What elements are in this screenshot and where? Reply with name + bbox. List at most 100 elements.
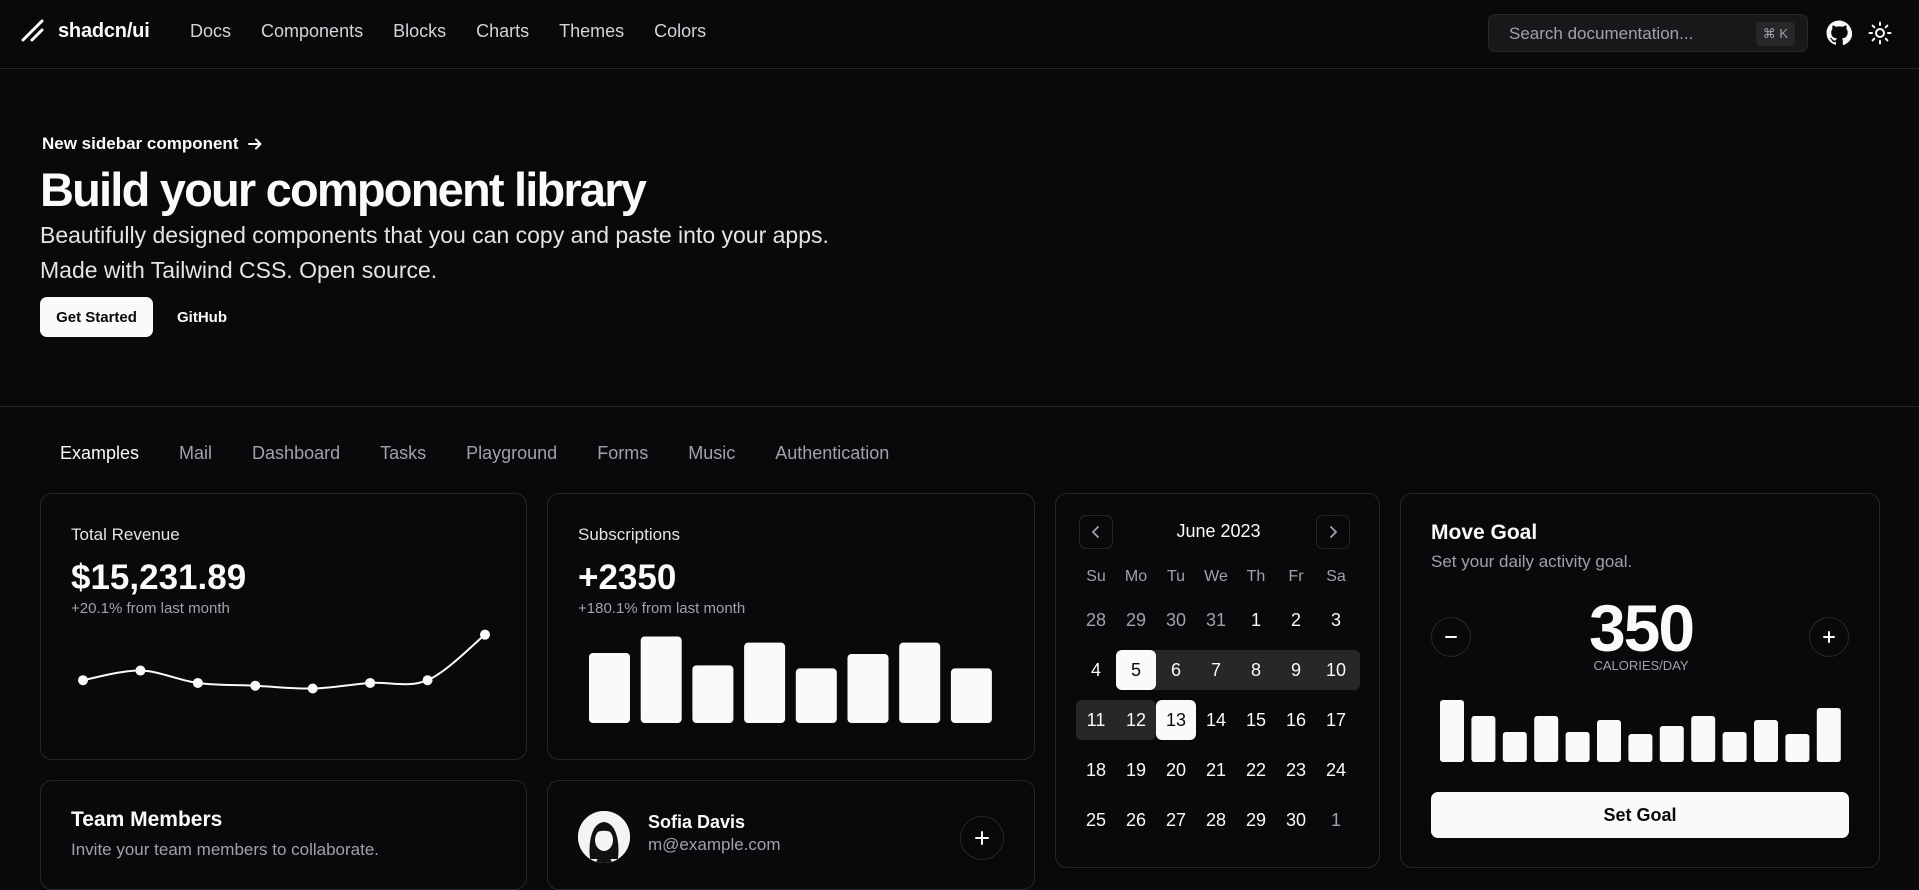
- calendar-day[interactable]: 18: [1076, 750, 1116, 790]
- tab-tasks[interactable]: Tasks: [360, 443, 446, 464]
- calendar-day[interactable]: 2: [1276, 600, 1316, 640]
- goal-description: Set your daily activity goal.: [1431, 552, 1633, 571]
- activity-bar-13: [1816, 708, 1841, 762]
- top-navbar: shadcn/ui Docs Components Blocks Charts …: [0, 0, 1919, 69]
- search-input[interactable]: Search documentation... ⌘ K: [1488, 14, 1808, 52]
- calendar-day[interactable]: 1: [1236, 600, 1276, 640]
- theme-toggle-icon[interactable]: [1868, 21, 1892, 45]
- activity-bar-11: [1754, 720, 1778, 762]
- nav-charts[interactable]: Charts: [476, 21, 529, 42]
- hero-subtitle-line-2: Made with Tailwind CSS. Open source.: [40, 257, 438, 283]
- logo-link[interactable]: shadcn/ui: [20, 18, 150, 44]
- calendar-day[interactable]: 28: [1196, 800, 1236, 840]
- calendar-day[interactable]: 15: [1236, 700, 1276, 740]
- tab-mail[interactable]: Mail: [159, 443, 232, 464]
- search-placeholder: Search documentation...: [1509, 24, 1694, 43]
- tab-playground[interactable]: Playground: [446, 443, 577, 464]
- add-member-button[interactable]: [960, 816, 1004, 860]
- calendar-day[interactable]: 21: [1196, 750, 1236, 790]
- calendar-day[interactable]: 4: [1076, 650, 1116, 690]
- next-month-button[interactable]: [1316, 515, 1350, 549]
- calendar-day[interactable]: 25: [1076, 800, 1116, 840]
- tab-dashboard[interactable]: Dashboard: [232, 443, 360, 464]
- weekday-header: Su: [1086, 568, 1106, 585]
- calendar-day[interactable]: 13: [1156, 700, 1196, 740]
- calendar-day[interactable]: 10: [1316, 650, 1356, 690]
- calendar-day[interactable]: 28: [1076, 600, 1116, 640]
- calendar-day[interactable]: 22: [1236, 750, 1276, 790]
- plus-icon: [1823, 631, 1835, 643]
- activity-bar-6: [1597, 720, 1621, 762]
- plus-icon: [975, 831, 989, 845]
- weekday-header: Fr: [1288, 568, 1304, 585]
- section-divider: [0, 406, 1919, 407]
- subscriptions-bar-7: [899, 642, 941, 723]
- tab-examples[interactable]: Examples: [40, 443, 159, 464]
- revenue-point-6: [365, 677, 376, 688]
- chevron-right-icon: [1330, 526, 1338, 538]
- revenue-line-chart: [78, 629, 490, 694]
- calendar-day[interactable]: 24: [1316, 750, 1356, 790]
- calendar-day[interactable]: 6: [1156, 650, 1196, 690]
- calendar-day[interactable]: 7: [1196, 650, 1236, 690]
- calendar-day[interactable]: 26: [1116, 800, 1156, 840]
- activity-bar-2: [1471, 716, 1496, 762]
- revenue-point-8: [480, 629, 490, 640]
- calendar-day[interactable]: 16: [1276, 700, 1316, 740]
- calendar-card: June 2023 Su Mo Tu We Th Fr Sa 28 29 30 31 1 2 3 4 5 6 7 8…: [1055, 493, 1380, 868]
- avatar: [578, 811, 630, 863]
- main-nav: Docs Components Blocks Charts Themes Col…: [190, 21, 736, 42]
- team-description: Invite your team members to collaborate.: [71, 840, 380, 859]
- calendar-day[interactable]: 11: [1076, 700, 1116, 740]
- calendar-day[interactable]: 23: [1276, 750, 1316, 790]
- arrow-right-icon: [248, 138, 262, 150]
- weekday-header: Tu: [1166, 568, 1186, 585]
- avatar-illustration-icon: [578, 811, 630, 863]
- tab-authentication[interactable]: Authentication: [755, 443, 909, 464]
- get-started-button[interactable]: Get Started: [40, 297, 153, 337]
- tab-music[interactable]: Music: [668, 443, 755, 464]
- subscriptions-bar-5: [795, 668, 837, 723]
- member-card: Sofia Davis m@example.com: [547, 780, 1035, 890]
- calendar-day[interactable]: 20: [1156, 750, 1196, 790]
- calendar-day[interactable]: 17: [1316, 700, 1356, 740]
- calendar-day[interactable]: 30: [1156, 600, 1196, 640]
- search-shortcut-badge: ⌘ K: [1755, 22, 1795, 46]
- nav-colors[interactable]: Colors: [654, 21, 706, 42]
- nav-themes[interactable]: Themes: [559, 21, 624, 42]
- github-button[interactable]: GitHub: [162, 297, 242, 337]
- calendar-day[interactable]: 9: [1276, 650, 1316, 690]
- increase-goal-button[interactable]: [1809, 617, 1849, 657]
- calendar-day[interactable]: 27: [1156, 800, 1196, 840]
- github-icon[interactable]: [1826, 20, 1852, 46]
- examples-tabs: Examples Mail Dashboard Tasks Playground…: [40, 443, 909, 464]
- calendar-day[interactable]: 5: [1116, 650, 1156, 690]
- calendar-day[interactable]: 3: [1316, 600, 1356, 640]
- weekday-header: We: [1204, 568, 1228, 585]
- activity-bar-8: [1659, 726, 1684, 762]
- calendar-day[interactable]: 8: [1236, 650, 1276, 690]
- nav-components[interactable]: Components: [261, 21, 363, 42]
- calendar-day[interactable]: 12: [1116, 700, 1156, 740]
- move-goal-card: Move Goal Set your daily activity goal. …: [1400, 493, 1880, 868]
- calendar-day[interactable]: 29: [1236, 800, 1276, 840]
- calendar-day[interactable]: 14: [1196, 700, 1236, 740]
- goal-title: Move Goal: [1431, 521, 1538, 544]
- calendar-day[interactable]: 19: [1116, 750, 1156, 790]
- activity-bar-4: [1534, 716, 1559, 762]
- calendar-day[interactable]: 30: [1276, 800, 1316, 840]
- calendar-day[interactable]: 31: [1196, 600, 1236, 640]
- goal-value: 350: [1588, 591, 1695, 665]
- set-goal-button[interactable]: Set Goal: [1431, 792, 1849, 838]
- nav-blocks[interactable]: Blocks: [393, 21, 446, 42]
- total-revenue-card: Total Revenue $15,231.89 +20.1% from las…: [40, 493, 527, 760]
- activity-bar-1: [1440, 700, 1464, 762]
- nav-docs[interactable]: Docs: [190, 21, 231, 42]
- tab-forms[interactable]: Forms: [577, 443, 668, 464]
- revenue-point-1: [78, 675, 88, 686]
- calendar-day[interactable]: 29: [1116, 600, 1156, 640]
- announcement-link[interactable]: New sidebar component: [42, 134, 264, 154]
- activity-bar-chart: [1440, 700, 1841, 762]
- calendar-day[interactable]: 1: [1316, 800, 1356, 840]
- revenue-point-2: [135, 665, 146, 676]
